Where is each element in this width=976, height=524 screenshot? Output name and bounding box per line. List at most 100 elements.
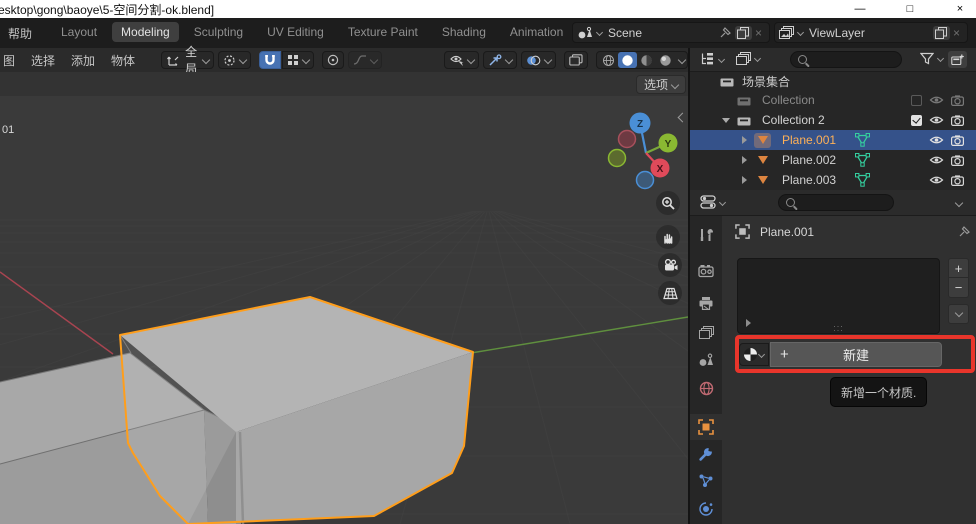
tab-render-properties[interactable] <box>690 258 722 284</box>
resize-grip[interactable]: ::: <box>833 324 844 332</box>
axis-neg-x-ball[interactable] <box>619 131 636 148</box>
outliner-search-input[interactable] <box>790 51 902 68</box>
view-layer-selector[interactable]: ViewLayer × <box>774 22 968 43</box>
disable-render-camera-icon[interactable] <box>951 115 964 126</box>
collection-name[interactable]: Collection <box>762 93 815 107</box>
view-layer-remove-button[interactable]: × <box>953 26 960 40</box>
outliner-row-plane-001[interactable]: Plane.001 <box>690 130 976 150</box>
hide-eye-icon[interactable] <box>929 135 944 145</box>
tab-physics-properties[interactable] <box>690 496 722 522</box>
disclosure-closed-icon[interactable] <box>742 136 747 144</box>
scene-name[interactable]: Scene <box>608 26 719 40</box>
object-name[interactable]: Plane.001 <box>782 133 836 147</box>
tab-shading[interactable]: Shading <box>433 22 495 42</box>
axis-neg-z-ball[interactable] <box>637 172 654 189</box>
shading-material-button[interactable] <box>637 52 656 68</box>
outliner-row-collection[interactable]: Collection <box>690 90 976 110</box>
outliner-filter-dropdown[interactable] <box>920 52 943 65</box>
editor-type-dropdown[interactable] <box>700 52 724 66</box>
object-name[interactable]: Plane.003 <box>782 173 836 187</box>
tab-view-layer-properties[interactable] <box>690 319 722 345</box>
collection-name[interactable]: Collection 2 <box>762 113 825 127</box>
gizmos-dropdown[interactable] <box>483 51 517 69</box>
tab-uv-editing[interactable]: UV Editing <box>258 22 333 42</box>
hide-eye-icon[interactable] <box>929 175 944 185</box>
pin-icon[interactable] <box>719 26 732 39</box>
disable-render-camera-icon[interactable] <box>951 155 964 166</box>
object-name[interactable]: Plane.002 <box>782 153 836 167</box>
pivot-point-dropdown[interactable] <box>218 51 251 69</box>
shading-solid-button[interactable] <box>618 52 637 68</box>
tab-sculpting[interactable]: Sculpting <box>185 22 252 42</box>
collection-exclude-checkbox[interactable] <box>911 95 922 106</box>
options-dropdown[interactable]: 选项 <box>636 75 686 94</box>
menu-add[interactable]: 添加 <box>63 52 103 69</box>
xray-toggle[interactable] <box>564 51 588 69</box>
tab-animation[interactable]: Animation <box>501 22 572 42</box>
tab-world-properties[interactable] <box>690 375 722 401</box>
menu-object[interactable]: 物体 <box>103 52 143 69</box>
zoom-button[interactable] <box>656 191 680 215</box>
proportional-editing-toggle[interactable] <box>322 51 344 69</box>
properties-search-input[interactable] <box>778 194 894 211</box>
outliner-row-plane-003[interactable]: Plane.003 <box>690 170 976 190</box>
scene-selector[interactable]: Scene × <box>572 22 770 43</box>
show-object-types-dropdown[interactable] <box>444 51 479 69</box>
disable-render-camera-icon[interactable] <box>951 135 964 146</box>
disclosure-closed-icon[interactable] <box>742 176 747 184</box>
view-layer-name[interactable]: ViewLayer <box>809 26 930 40</box>
pin-icon[interactable] <box>958 225 971 238</box>
editor-type-dropdown[interactable] <box>700 195 725 209</box>
snap-settings-dropdown[interactable] <box>282 51 314 69</box>
menu-select[interactable]: 选择 <box>23 52 63 69</box>
menu-view[interactable]: 图 <box>0 52 23 69</box>
tab-layout[interactable]: Layout <box>52 22 106 42</box>
maximize-button[interactable]: □ <box>900 3 920 15</box>
scene-collection-label[interactable]: 场景集合 <box>742 73 790 90</box>
disclosure-closed-icon[interactable] <box>742 156 747 164</box>
hide-eye-icon[interactable] <box>929 115 944 125</box>
disclosure-open-icon[interactable] <box>722 118 730 123</box>
tab-scene-properties[interactable] <box>690 347 722 373</box>
outliner-row-scene-collection[interactable]: 场景集合 <box>690 72 976 90</box>
tab-texture-paint[interactable]: Texture Paint <box>339 22 427 42</box>
disable-render-camera-icon[interactable] <box>951 95 964 106</box>
tab-tool-properties[interactable] <box>690 222 722 248</box>
outliner-row-plane-002[interactable]: Plane.002 <box>690 150 976 170</box>
tab-modifier-properties[interactable] <box>690 441 722 467</box>
shading-wireframe-button[interactable] <box>599 52 618 68</box>
remove-material-slot-button[interactable]: − <box>948 278 969 298</box>
outliner-display-mode-dropdown[interactable] <box>736 52 760 65</box>
camera-view-button[interactable] <box>658 253 682 277</box>
proportional-falloff-dropdown[interactable] <box>348 51 382 69</box>
tab-particle-properties[interactable] <box>690 468 722 494</box>
material-specials-dropdown[interactable] <box>948 304 969 324</box>
tab-object-properties[interactable] <box>690 414 722 440</box>
breadcrumb-object-name[interactable]: Plane.001 <box>760 225 958 239</box>
close-button[interactable]: × <box>950 3 970 15</box>
collection-include-checkbox[interactable] <box>911 115 922 126</box>
scene-new-copy-button[interactable] <box>735 26 752 40</box>
viewport-3d[interactable]: Z Y X 01 <box>0 96 688 524</box>
overlays-dropdown[interactable] <box>521 51 556 69</box>
minimize-button[interactable]: — <box>850 3 870 15</box>
material-slot-list[interactable]: ::: <box>737 258 940 334</box>
outliner-row-collection-2[interactable]: Collection 2 <box>690 110 976 130</box>
properties-options-chevron-icon[interactable] <box>955 199 963 207</box>
axis-neg-y-ball[interactable] <box>609 150 626 167</box>
menu-help[interactable]: 帮助 <box>8 25 32 42</box>
scene-unlink-button[interactable]: × <box>755 26 762 40</box>
tab-output-properties[interactable] <box>690 290 722 316</box>
new-collection-button[interactable] <box>948 51 967 68</box>
tab-modeling[interactable]: Modeling <box>112 22 179 42</box>
snap-toggle[interactable] <box>259 51 281 69</box>
perspective-toggle-button[interactable] <box>658 281 682 305</box>
disclosure-closed-icon[interactable] <box>746 319 751 327</box>
disable-render-camera-icon[interactable] <box>951 175 964 186</box>
shading-rendered-button[interactable] <box>656 52 675 68</box>
hide-eye-icon[interactable] <box>929 155 944 165</box>
hide-eye-icon[interactable] <box>929 95 944 105</box>
add-material-slot-button[interactable]: + <box>948 258 969 278</box>
view-layer-new-copy-button[interactable] <box>933 26 950 40</box>
pan-button[interactable] <box>656 225 680 249</box>
